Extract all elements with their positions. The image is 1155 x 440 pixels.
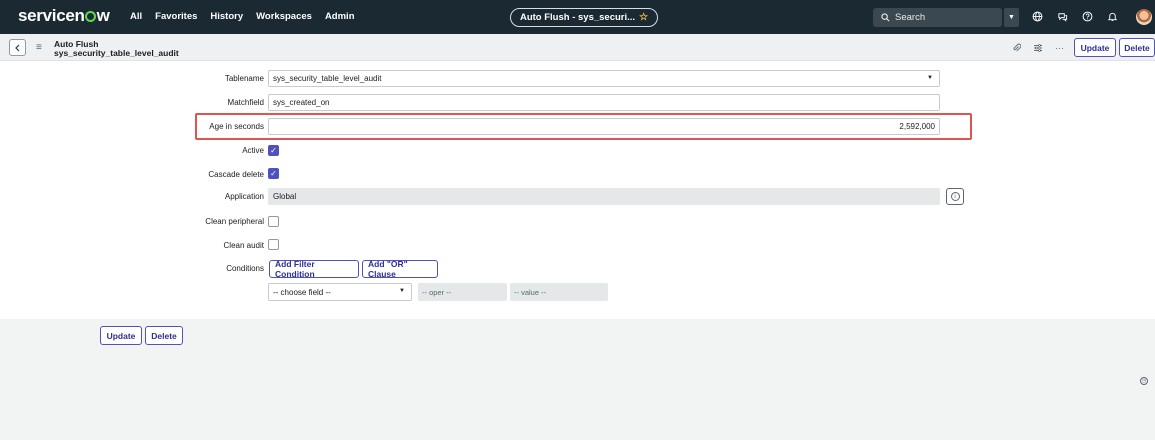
nav-item-favorites[interactable]: Favorites (155, 11, 197, 22)
age-label: Age in seconds (209, 122, 264, 131)
logo-o-icon (85, 11, 97, 22)
chevron-down-icon: ▼ (927, 75, 933, 81)
globe-icon[interactable] (1031, 10, 1044, 23)
attachment-icon[interactable] (1012, 43, 1022, 55)
choose-field-select[interactable]: -- choose field -- ▼ (268, 283, 412, 301)
clean-audit-checkbox[interactable] (268, 239, 279, 250)
clean-peripheral-label-wrap: Clean peripheral (0, 214, 264, 232)
tablename-label: Tablename (224, 74, 264, 83)
application-label: Application (224, 192, 264, 201)
application-value: Global (273, 192, 297, 201)
more-options-icon[interactable]: ··· (1055, 43, 1064, 55)
global-search[interactable]: Search (873, 8, 1002, 27)
user-avatar[interactable] (1136, 9, 1152, 25)
age-label-wrap: Age in seconds (0, 118, 264, 136)
form-subtitle: sys_security_table_level_audit (54, 48, 179, 58)
value-placeholder: -- value -- (514, 287, 547, 297)
add-or-clause-button[interactable]: Add "OR" Clause (362, 259, 438, 279)
value-field: -- value -- (510, 283, 608, 301)
bell-icon[interactable] (1106, 10, 1119, 23)
nav-item-admin[interactable]: Admin (325, 11, 355, 22)
age-value: 2,592,000 (899, 122, 935, 131)
logo-text: servicen (18, 6, 85, 25)
servicenow-logo[interactable]: servicen w (18, 7, 110, 25)
timer-icon[interactable]: ◷ (1140, 377, 1148, 385)
age-in-seconds-input[interactable]: 2,592,000 (268, 118, 940, 135)
chevron-left-icon (15, 44, 20, 51)
context-menu-icon[interactable]: ≡ (36, 42, 42, 53)
operator-placeholder: -- oper -- (422, 287, 452, 297)
search-scope-dropdown[interactable]: ▼ (1004, 8, 1019, 27)
matchfield-input[interactable]: sys_created_on (268, 94, 940, 111)
tablename-value: sys_security_table_level_audit (273, 74, 382, 83)
clean-audit-label-wrap: Clean audit (0, 238, 264, 256)
add-filter-condition-button[interactable]: Add Filter Condition (269, 259, 359, 279)
active-label: Active (242, 146, 264, 155)
tablename-label-wrap: Tablename (0, 70, 264, 88)
delete-button-header[interactable]: Delete (1119, 38, 1155, 57)
nav-item-workspaces[interactable]: Workspaces (256, 11, 312, 22)
active-checkbox[interactable]: ✓ (268, 145, 279, 156)
search-placeholder: Search (895, 12, 926, 23)
help-icon[interactable] (1081, 10, 1094, 23)
tablename-select[interactable]: sys_security_table_level_audit ▼ (268, 70, 940, 87)
search-icon (881, 13, 890, 22)
chat-icon[interactable] (1056, 10, 1069, 23)
nav-menu: All Favorites History Workspaces Admin (130, 11, 355, 22)
clean-audit-label: Clean audit (223, 241, 264, 250)
header-icons: ··· (1012, 43, 1064, 55)
star-icon[interactable]: ☆ (639, 12, 648, 23)
update-button-footer[interactable]: Update (100, 326, 142, 345)
back-button[interactable] (9, 39, 26, 56)
nav-item-history[interactable]: History (210, 11, 243, 22)
conditions-label: Conditions (226, 264, 264, 273)
active-label-wrap: Active (0, 143, 264, 161)
application-label-wrap: Application (0, 188, 264, 206)
record-title: Auto Flush - sys_securi... (519, 12, 636, 23)
delete-button-footer[interactable]: Delete (145, 326, 183, 345)
top-nav: servicen w All Favorites History Workspac… (0, 0, 1155, 34)
clean-peripheral-label: Clean peripheral (205, 217, 264, 226)
matchfield-value: sys_created_on (273, 98, 330, 107)
chevron-down-icon: ▼ (399, 288, 405, 294)
form-header: ≡ Auto Flush sys_security_table_level_au… (0, 34, 1155, 61)
cascade-delete-checkbox[interactable]: ✓ (268, 168, 279, 179)
operator-field: -- oper -- (418, 283, 507, 301)
choose-field-value: -- choose field -- (273, 287, 331, 297)
application-info-button[interactable]: i (946, 188, 964, 205)
settings-sliders-icon[interactable] (1033, 43, 1043, 55)
record-title-pill[interactable]: Auto Flush - sys_securi... ☆ (510, 8, 658, 27)
nav-item-all[interactable]: All (130, 11, 142, 22)
update-button-header[interactable]: Update (1074, 38, 1116, 57)
logo-text-end: w (96, 6, 110, 25)
application-field: Global (268, 188, 940, 205)
matchfield-label: Matchfield (227, 98, 264, 107)
matchfield-label-wrap: Matchfield (0, 94, 264, 112)
conditions-label-wrap: Conditions (0, 261, 264, 279)
info-icon: i (950, 192, 960, 201)
nav-icons (1031, 10, 1119, 23)
cascade-delete-label: Cascade delete (208, 170, 264, 179)
cascade-label-wrap: Cascade delete (0, 167, 264, 185)
clean-peripheral-checkbox[interactable] (268, 216, 279, 227)
